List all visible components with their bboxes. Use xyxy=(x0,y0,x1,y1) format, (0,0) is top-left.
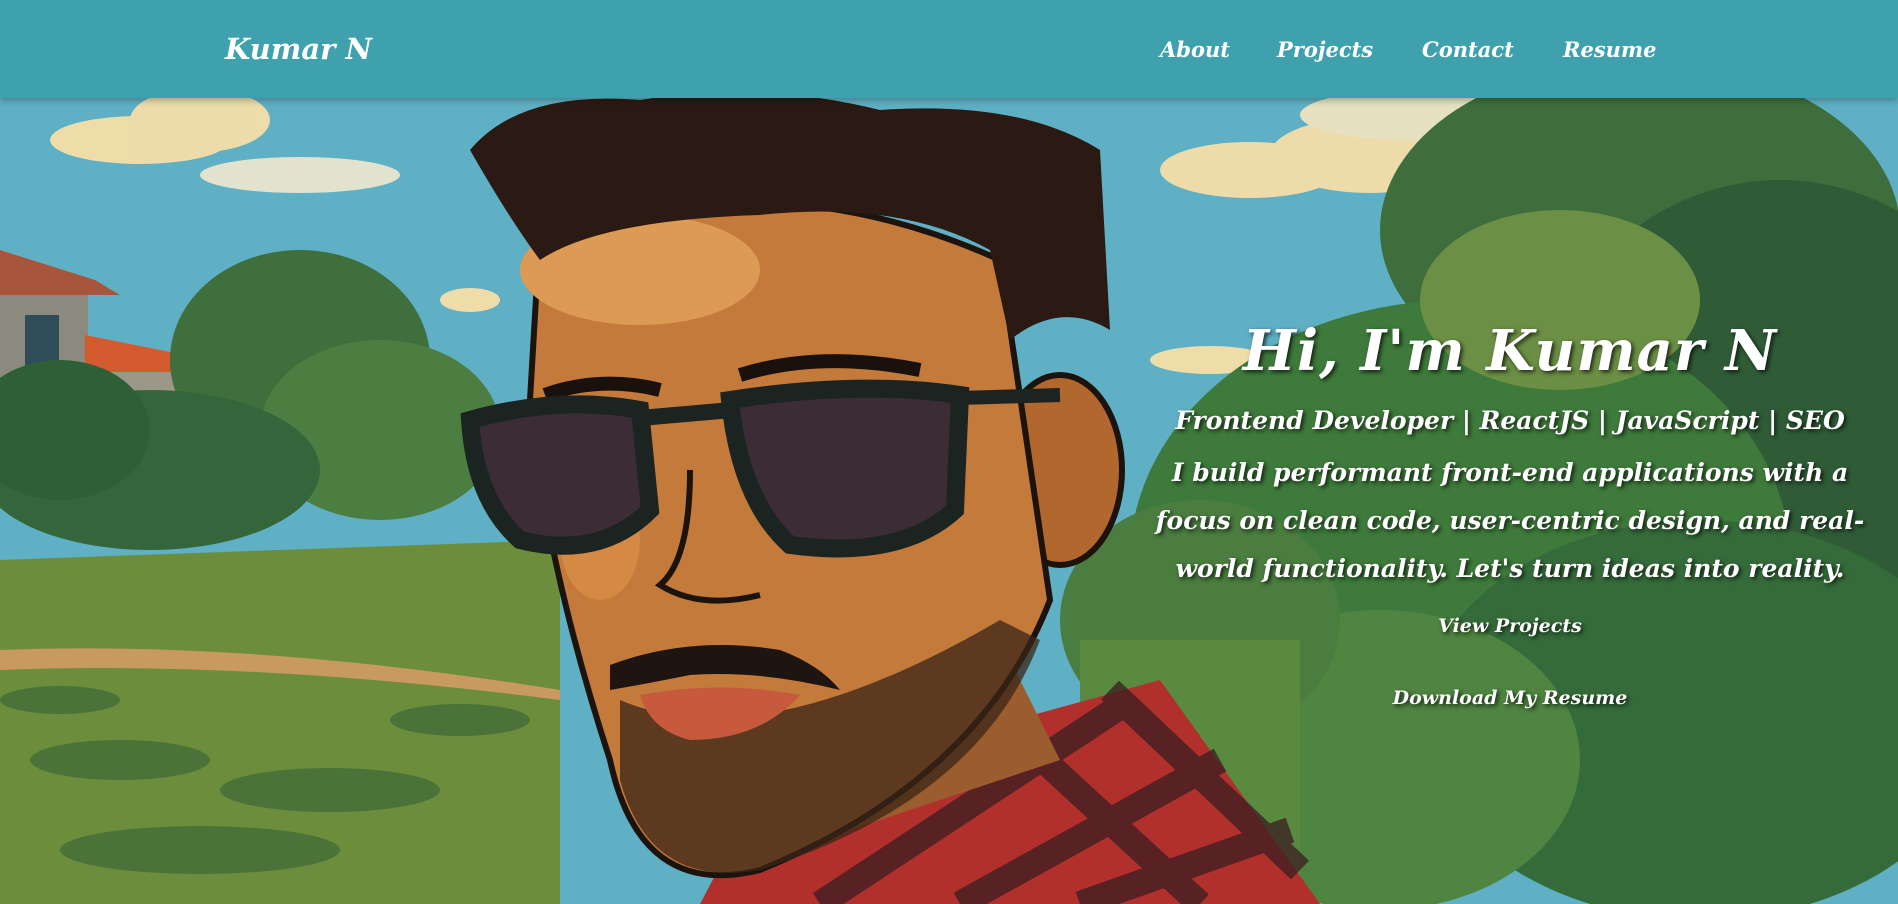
nav-link-contact[interactable]: Contact xyxy=(1422,37,1514,62)
site-logo[interactable]: Kumar N xyxy=(225,32,372,66)
nav-link-resume[interactable]: Resume xyxy=(1563,37,1657,62)
hero-description: I build performant front-end application… xyxy=(1155,458,1865,583)
nav-link-about[interactable]: About xyxy=(1160,37,1230,62)
hero-heading: Hi, I'm Kumar N xyxy=(1242,318,1778,384)
top-navbar: Kumar N About Projects Contact Resume xyxy=(0,0,1898,98)
hero-intro: Hi, I'm Kumar N Frontend Developer | Rea… xyxy=(1135,318,1885,709)
hero-tagline: Frontend Developer | ReactJS | JavaScrip… xyxy=(1175,406,1845,435)
nav-link-projects[interactable]: Projects xyxy=(1277,37,1373,62)
hero-section: Hi, I'm Kumar N Frontend Developer | Rea… xyxy=(0,0,1898,904)
view-projects-button[interactable]: View Projects xyxy=(1135,615,1885,637)
download-resume-button[interactable]: Download My Resume xyxy=(1135,687,1885,709)
